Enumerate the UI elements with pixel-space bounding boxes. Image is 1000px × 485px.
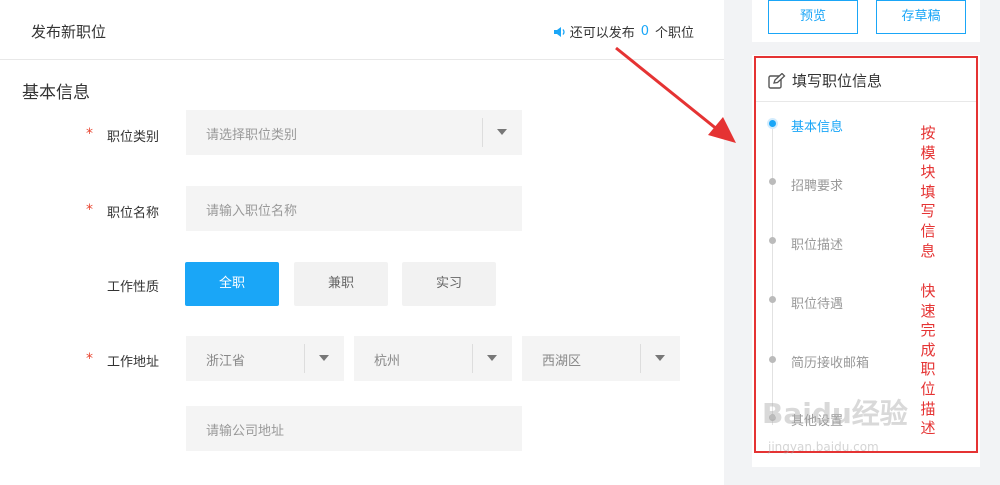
job-name-placeholder: 请输入职位名称 [206,204,298,219]
sidebar-actions: 预览 存草稿 [752,0,980,42]
name-label: 职位名称 [107,206,160,221]
step-dot [769,178,776,185]
main-panel: 发布新职位 还可以发布 0 个职位 基本信息 * 职位类别 请选择职位类别 * … [0,0,724,485]
annotation-text-1: 按模块填写信息 [920,124,936,260]
step-dot [769,296,776,303]
speaker-icon [553,26,565,37]
select-divider [304,344,305,373]
preview-button[interactable]: 预览 [768,0,858,34]
step-description[interactable]: 职位描述 [791,234,843,253]
quota-suffix: 个职位 [654,26,694,41]
job-name-input[interactable]: 请输入职位名称 [186,186,522,231]
nature-label: 工作性质 [107,280,160,295]
address-placeholder: 请输公司地址 [206,424,285,439]
category-label: 职位类别 [107,130,160,145]
quota-count: 0 [640,24,649,39]
steps-line [772,125,773,425]
caret-down-icon [655,355,665,361]
caret-down-icon [319,355,329,361]
category-select[interactable]: 请选择职位类别 [186,110,522,155]
city-value: 杭州 [374,354,401,369]
required-mark: * [86,202,93,218]
annotation-text-2: 快速完成职位描述 [920,282,936,438]
select-divider [482,118,483,147]
caret-down-icon [487,355,497,361]
caret-down-icon [497,129,507,135]
panel-separator [754,101,976,102]
step-dot [769,237,776,244]
city-select[interactable]: 杭州 [354,336,512,381]
step-requirements[interactable]: 招聘要求 [791,175,843,194]
required-mark: * [86,351,93,367]
nature-option-parttime[interactable]: 兼职 [294,262,388,306]
edit-icon [768,72,786,89]
step-dot-active [769,120,776,127]
province-value: 浙江省 [206,354,246,369]
save-draft-button[interactable]: 存草稿 [876,0,966,34]
nature-option-fulltime[interactable]: 全职 [185,262,279,306]
select-divider [472,344,473,373]
location-label: 工作地址 [107,355,160,370]
panel-title: 填写职位信息 [768,70,882,91]
step-benefits[interactable]: 职位待遇 [791,293,843,312]
watermark-logo: Baidu经验 [762,397,908,430]
district-value: 西湖区 [542,354,582,369]
page-title: 发布新职位 [31,23,107,41]
category-placeholder: 请选择职位类别 [206,128,298,143]
select-divider [640,344,641,373]
watermark-url: jingyan.baidu.com [768,440,879,454]
nature-option-intern[interactable]: 实习 [402,262,496,306]
publish-quota: 还可以发布 0 个职位 [553,22,694,41]
address-input[interactable]: 请输公司地址 [186,406,522,451]
district-select[interactable]: 西湖区 [522,336,680,381]
step-basic-info[interactable]: 基本信息 [791,116,843,135]
step-dot [769,356,776,363]
quota-prefix: 还可以发布 [569,26,635,41]
step-resume-email[interactable]: 简历接收邮箱 [791,352,869,371]
panel-title-text: 填写职位信息 [792,72,883,90]
province-select[interactable]: 浙江省 [186,336,344,381]
required-mark: * [86,126,93,142]
main-header: 发布新职位 还可以发布 0 个职位 [0,0,724,60]
section-title: 基本信息 [22,83,90,103]
